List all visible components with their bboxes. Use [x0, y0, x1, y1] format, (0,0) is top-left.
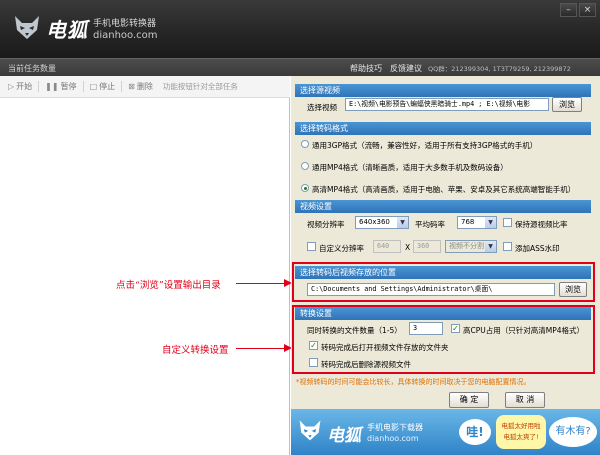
open-folder-label: 转码完成后打开视频文件存放的文件夹: [321, 343, 449, 352]
select-video-label: 选择视频: [307, 103, 337, 112]
high-cpu-checkbox[interactable]: ✓: [451, 324, 460, 333]
resolution-x-label: X: [405, 243, 411, 252]
banner-quote-line1: 电狐太好用啦: [501, 422, 541, 430]
format-mp4-label: 通用MP4格式（清晰画质，适用于大多数手机及数码设备）: [312, 163, 508, 172]
custom-annotation: 自定义转换设置: [162, 345, 229, 356]
output-browse-button[interactable]: 浏览: [559, 282, 587, 297]
task-toolbar: ▷ 开始 ❚❚ 暂停 □ 停止 ⊠ 删除 功能按钮针对全部任务: [0, 76, 290, 98]
toolbar-divider: [82, 81, 84, 92]
delete-source-label: 转码完成后删除源视频文件: [321, 360, 411, 369]
banner-quote-line2: 电狐太爽了!: [503, 433, 539, 441]
ok-button[interactable]: 确 定: [449, 392, 489, 408]
promo-banner[interactable]: 电狐 手机电影下载器 dianhoo.com 哇! 电狐太好用啦 电狐太爽了! …: [291, 409, 600, 455]
conversion-time-note: *视频转码的时间可能会比较长，具体转换的时间取决于您的电脑配置情况。: [296, 378, 531, 386]
convert-count-input[interactable]: 3: [409, 322, 443, 335]
toolbar-divider: [121, 81, 123, 92]
task-bar: 当前任务数量 帮助技巧 反馈建议 QQ群：212399304, 1T3T7925…: [0, 58, 600, 76]
custom-resolution-label: 自定义分辨率: [319, 244, 364, 253]
split-select[interactable]: 视频不分割 ▼: [445, 240, 497, 253]
output-header: 选择转码后视频存放的位置: [295, 266, 591, 279]
delete-button[interactable]: ⊠ 删除: [128, 81, 153, 92]
format-3gp-radio[interactable]: [301, 140, 309, 148]
pause-button[interactable]: ❚❚ 暂停: [45, 81, 76, 92]
browse-annotation: 点击“浏览”设置输出目录: [116, 280, 221, 291]
fox-logo-icon: [15, 16, 39, 39]
format-3gp-label: 通用3GP格式（流畅，兼容性好，适用于所有支持3GP格式的手机）: [312, 141, 538, 150]
watermark-label: 添加ASS水印: [515, 244, 560, 253]
title-bar: 电狐 手机电影转换器 dianhoo.com – ×: [0, 0, 600, 58]
video-settings-header: 视频设置: [295, 200, 591, 213]
convert-count-label: 同时转换的文件数量（1-5）: [307, 326, 402, 335]
select-video-header: 选择源视频: [295, 84, 591, 97]
stop-button[interactable]: □ 停止: [90, 81, 116, 92]
banner-quote-bubble: 电狐太好用啦 电狐太爽了!: [496, 415, 546, 449]
bitrate-value: 768: [461, 218, 475, 226]
help-links: 帮助技巧 反馈建议: [350, 63, 422, 74]
fox-logo-icon: [299, 420, 321, 441]
format-mp4-radio[interactable]: [301, 162, 309, 170]
format-hd-mp4-radio[interactable]: [301, 184, 309, 192]
delete-label: 删除: [136, 82, 153, 91]
format-header: 选择转码格式: [295, 122, 591, 135]
help-link[interactable]: 帮助技巧: [350, 63, 382, 74]
delete-icon: ⊠: [128, 82, 135, 91]
source-browse-button[interactable]: 浏览: [552, 97, 582, 112]
brand-site: dianhoo.com: [93, 30, 158, 41]
chevron-down-icon[interactable]: ▼: [485, 241, 496, 252]
watermark-checkbox[interactable]: [503, 242, 512, 251]
banner-brand: 电狐: [327, 426, 361, 446]
custom-resolution-checkbox[interactable]: [307, 242, 316, 251]
brand-name: 电狐: [46, 18, 88, 42]
toolbar-divider: [38, 81, 40, 92]
bitrate-label: 平均码率: [415, 220, 445, 229]
pause-icon: ❚❚: [45, 82, 59, 91]
convert-header: 转换设置: [295, 307, 591, 320]
banner-site: dianhoo.com: [367, 434, 419, 443]
banner-tagline: 手机电影下载器: [367, 423, 423, 432]
output-path-input[interactable]: C:\Documents and Settings\Administrator\…: [307, 283, 555, 296]
resolution-label: 视频分辨率: [307, 220, 345, 229]
task-count-label: 当前任务数量: [8, 64, 56, 73]
format-hd-mp4-label: 高清MP4格式（高清画质，适用于电脑、苹果、安卓及其它系统高端智能手机）: [312, 185, 576, 194]
custom-width-input[interactable]: 640: [373, 240, 401, 253]
keep-ratio-checkbox[interactable]: [503, 218, 512, 227]
window-controls: – ×: [560, 3, 596, 17]
custom-annotation-arrow: [236, 348, 286, 349]
play-icon: ▷: [8, 82, 15, 91]
source-video-input[interactable]: E:\视频\电影预告\蝙蝠侠黑暗骑士.mp4 ; E:\视频\电影: [345, 98, 549, 111]
toolbar-hint: 功能按钮针对全部任务: [162, 82, 238, 91]
minimize-button[interactable]: –: [560, 3, 577, 17]
stop-icon: □: [89, 82, 98, 91]
resolution-value: 640x360: [359, 218, 390, 226]
chevron-down-icon[interactable]: ▼: [397, 217, 408, 228]
start-button[interactable]: ▷ 开始: [8, 81, 32, 92]
start-label: 开始: [16, 82, 33, 91]
stop-label: 停止: [99, 82, 116, 91]
close-button[interactable]: ×: [579, 3, 596, 17]
qq-group-info: QQ群：212399304, 1T3T79259, 212399872: [428, 65, 571, 73]
high-cpu-label: 高CPU占用（只针对高清MP4格式）: [463, 326, 585, 335]
banner-question-bubble: 有木有?: [549, 417, 597, 447]
keep-ratio-label: 保持源视频比率: [515, 220, 568, 229]
resolution-select[interactable]: 640x360 ▼: [355, 216, 409, 229]
split-value: 视频不分割: [449, 242, 484, 250]
custom-height-input[interactable]: 360: [413, 240, 441, 253]
pause-label: 暂停: [60, 82, 77, 91]
bitrate-select[interactable]: 768 ▼: [457, 216, 497, 229]
browse-annotation-arrow: [236, 283, 286, 284]
open-folder-checkbox[interactable]: ✓: [309, 341, 318, 350]
delete-source-checkbox[interactable]: [309, 358, 318, 367]
feedback-link[interactable]: 反馈建议: [390, 63, 422, 74]
banner-wow-bubble: 哇!: [459, 419, 491, 445]
settings-panel: 选择源视频 选择视频 E:\视频\电影预告\蝙蝠侠黑暗骑士.mp4 ; E:\视…: [291, 76, 600, 409]
cancel-button[interactable]: 取 消: [505, 392, 545, 408]
task-list-panel: ▷ 开始 ❚❚ 暂停 □ 停止 ⊠ 删除 功能按钮针对全部任务: [0, 76, 290, 455]
brand-tagline: 手机电影转换器: [93, 19, 157, 29]
chevron-down-icon[interactable]: ▼: [485, 217, 496, 228]
